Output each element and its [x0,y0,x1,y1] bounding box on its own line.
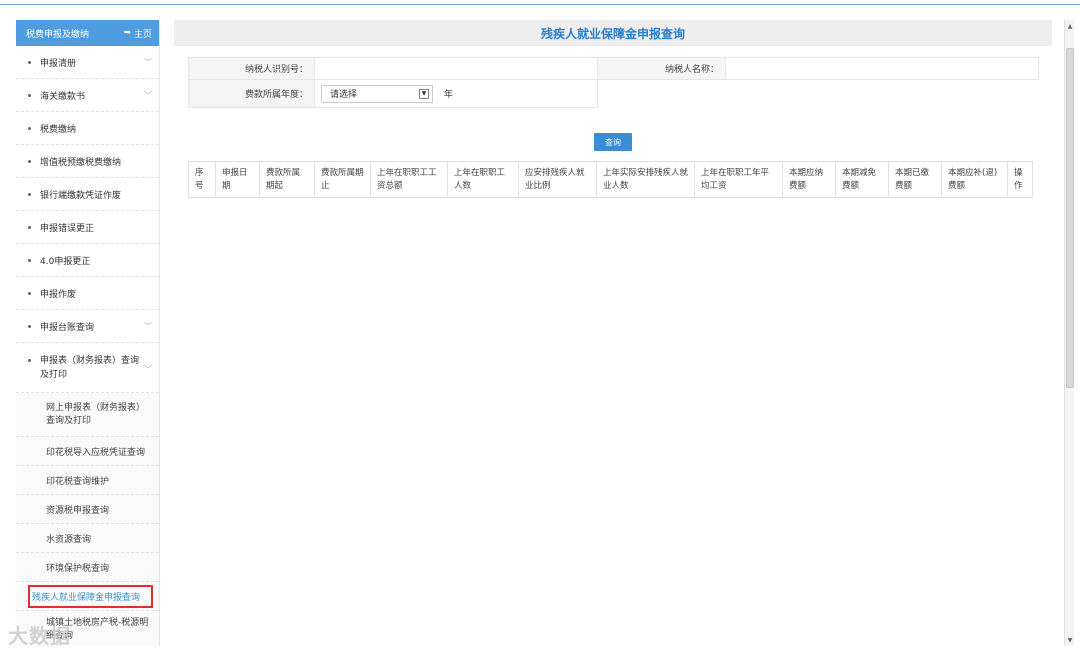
chevron-down-icon: ﹀ [144,91,152,100]
back-arrow-icon: ➥ [123,28,131,38]
taxpayer-name-label: 纳税人名称： [597,57,726,80]
column-header-paid: 本期已缴费额 [888,161,942,198]
sidebar-item-label: 申报台账查询 [40,322,95,333]
sidebar-header-title: 税费申报及缴纳 [26,29,90,40]
bullet-icon [28,324,31,328]
watermark-logo: 大数据 [8,624,71,648]
year-cell: 请选择 ▼ 年 [314,79,598,108]
column-header-total-wages: 上年在职职工工资总额 [370,161,448,198]
taxpayer-id-field[interactable] [314,57,598,80]
query-button[interactable]: 查询 [594,133,632,151]
sidebar-item-label: 4.0申报更正 [40,256,91,267]
submenu-item-label: 残疾人就业保障金申报查询 [28,584,153,608]
year-select-value: 请选择 [330,90,358,100]
submenu-item-label: 网上申报表（财务报表）查询及打印 [46,402,146,426]
home-link[interactable]: ➥ 主页 [123,27,152,40]
bullet-icon [28,291,31,295]
taxpayer-name-field[interactable] [725,57,1039,80]
submenu-item-stamp-maintain[interactable]: 印花税查询维护 [16,466,159,495]
dropdown-arrow-icon: ▼ [419,88,429,99]
main-panel: 残疾人就业保障金申报查询 纳税人识别号： 纳税人名称： 费款所属年度： 请选择 … [174,20,1052,646]
submenu-item-label: 资源税申报查询 [46,505,110,516]
column-header-date: 申报日期 [215,161,260,198]
submenu-item-resource-tax-query[interactable]: 资源税申报查询 [16,495,159,524]
sidebar-item-label: 海关缴款书 [40,91,86,102]
column-header-staff-count: 上年在职职工人数 [447,161,519,198]
sidebar-item-report-print[interactable]: 申报表（财务报表）查询及打印 ﹀ [16,343,159,393]
column-header-period-start: 费款所属期起 [259,161,315,198]
sidebar-item-error-correction[interactable]: 申报错误更正 [16,211,159,244]
page-title: 残疾人就业保障金申报查询 [174,20,1052,46]
chevron-down-icon: ﹀ [144,58,152,67]
sidebar-item-label: 增值税预缴税费缴纳 [40,157,122,168]
sidebar-item-label: 申报表（财务报表）查询及打印 [40,356,140,380]
sidebar-item-bank-voucher-void[interactable]: 银行端缴款凭证作废 [16,178,159,211]
submenu-item-environment-tax-query[interactable]: 环境保护税查询 [16,553,159,582]
sidebar-item-vat-prepay[interactable]: 增值税预缴税费缴纳 [16,145,159,178]
sidebar-item-label: 银行端缴款凭证作废 [40,190,122,201]
table-header-row: 序号 申报日期 费款所属期起 费款所属期止 上年在职职工工资总额 上年在职职工人… [188,161,1033,198]
year-select[interactable]: 请选择 ▼ [321,84,433,103]
submenu-item-water-resource-query[interactable]: 水资源查询 [16,524,159,553]
sidebar-header: 税费申报及缴纳 ➥ 主页 [16,20,159,46]
results-table: 序号 申报日期 费款所属期起 费款所属期止 上年在职职工工资总额 上年在职职工人… [188,161,1033,198]
sidebar-item-label: 税费缴纳 [40,124,77,135]
sidebar-item-label: 申报作废 [40,289,77,300]
bullet-icon [28,258,31,262]
chevron-down-icon: ﹀ [144,322,152,331]
year-unit: 年 [443,90,453,100]
bullet-icon [28,159,31,163]
sidebar-item-declaration-list[interactable]: 申报清册 ﹀ [16,46,159,79]
bullet-icon [28,93,31,97]
sidebar: 税费申报及缴纳 ➥ 主页 申报清册 ﹀ 海关缴款书 ﹀ 税费缴纳 增值税预缴税费… [16,20,160,646]
empty-cell [598,80,726,108]
sidebar-item-tax-payment[interactable]: 税费缴纳 [16,112,159,145]
submenu: 网上申报表（财务报表）查询及打印 印花税导入应税凭证查询 印花税查询维护 资源税… [16,393,159,646]
scroll-thumb[interactable] [1066,48,1074,388]
home-label: 主页 [133,29,152,40]
empty-cell [726,80,1039,108]
column-header-index: 序号 [188,161,216,198]
bullet-icon [28,60,31,64]
chevron-down-icon: ﹀ [144,364,152,374]
scroll-down-icon[interactable]: ▼ [1065,634,1075,646]
sidebar-item-customs-payment[interactable]: 海关缴款书 ﹀ [16,79,159,112]
top-border-line [0,4,1080,5]
column-header-action: 操作 [1007,161,1033,198]
sidebar-item-label: 申报清册 [40,58,77,69]
column-header-period-end: 费款所属期止 [314,161,371,198]
sidebar-item-declaration-void[interactable]: 申报作废 [16,277,159,310]
submenu-item-label: 水资源查询 [46,534,92,545]
column-header-refund: 本期应补(退)费额 [941,161,1008,198]
bullet-icon [28,359,31,362]
sidebar-item-v4-correction[interactable]: 4.0申报更正 [16,244,159,277]
submenu-item-label: 印花税查询维护 [46,476,110,487]
column-header-required-ratio: 应安排残疾人就业比例 [518,161,597,198]
scrollbar[interactable]: ▲ ▼ [1064,20,1074,646]
bullet-icon [28,225,31,229]
submenu-item-disability-fund-query[interactable]: 残疾人就业保障金申报查询 [16,582,159,611]
submenu-item-label: 印花税导入应税凭证查询 [46,447,146,458]
taxpayer-id-label: 纳税人识别号： [188,57,315,80]
bullet-icon [28,192,31,196]
column-header-reduction: 本期减免费额 [835,161,889,198]
column-header-actual-employed: 上年实际安排残疾人就业人数 [596,161,695,198]
sidebar-item-ledger-query[interactable]: 申报台账查询 ﹀ [16,310,159,343]
submenu-item-online-report-print[interactable]: 网上申报表（财务报表）查询及打印 [16,393,159,437]
bullet-icon [28,126,31,130]
submenu-item-stamp-import-query[interactable]: 印花税导入应税凭证查询 [16,437,159,466]
sidebar-item-label: 申报错误更正 [40,223,95,234]
column-header-payable: 本期应纳费额 [782,161,836,198]
scroll-up-icon[interactable]: ▲ [1065,20,1075,32]
column-header-avg-wage: 上年在职职工年平均工资 [694,161,783,198]
year-label: 费款所属年度： [188,79,315,108]
query-form: 纳税人识别号： 纳税人名称： 费款所属年度： 请选择 ▼ 年 [188,57,1039,108]
submenu-item-label: 环境保护税查询 [46,563,110,574]
